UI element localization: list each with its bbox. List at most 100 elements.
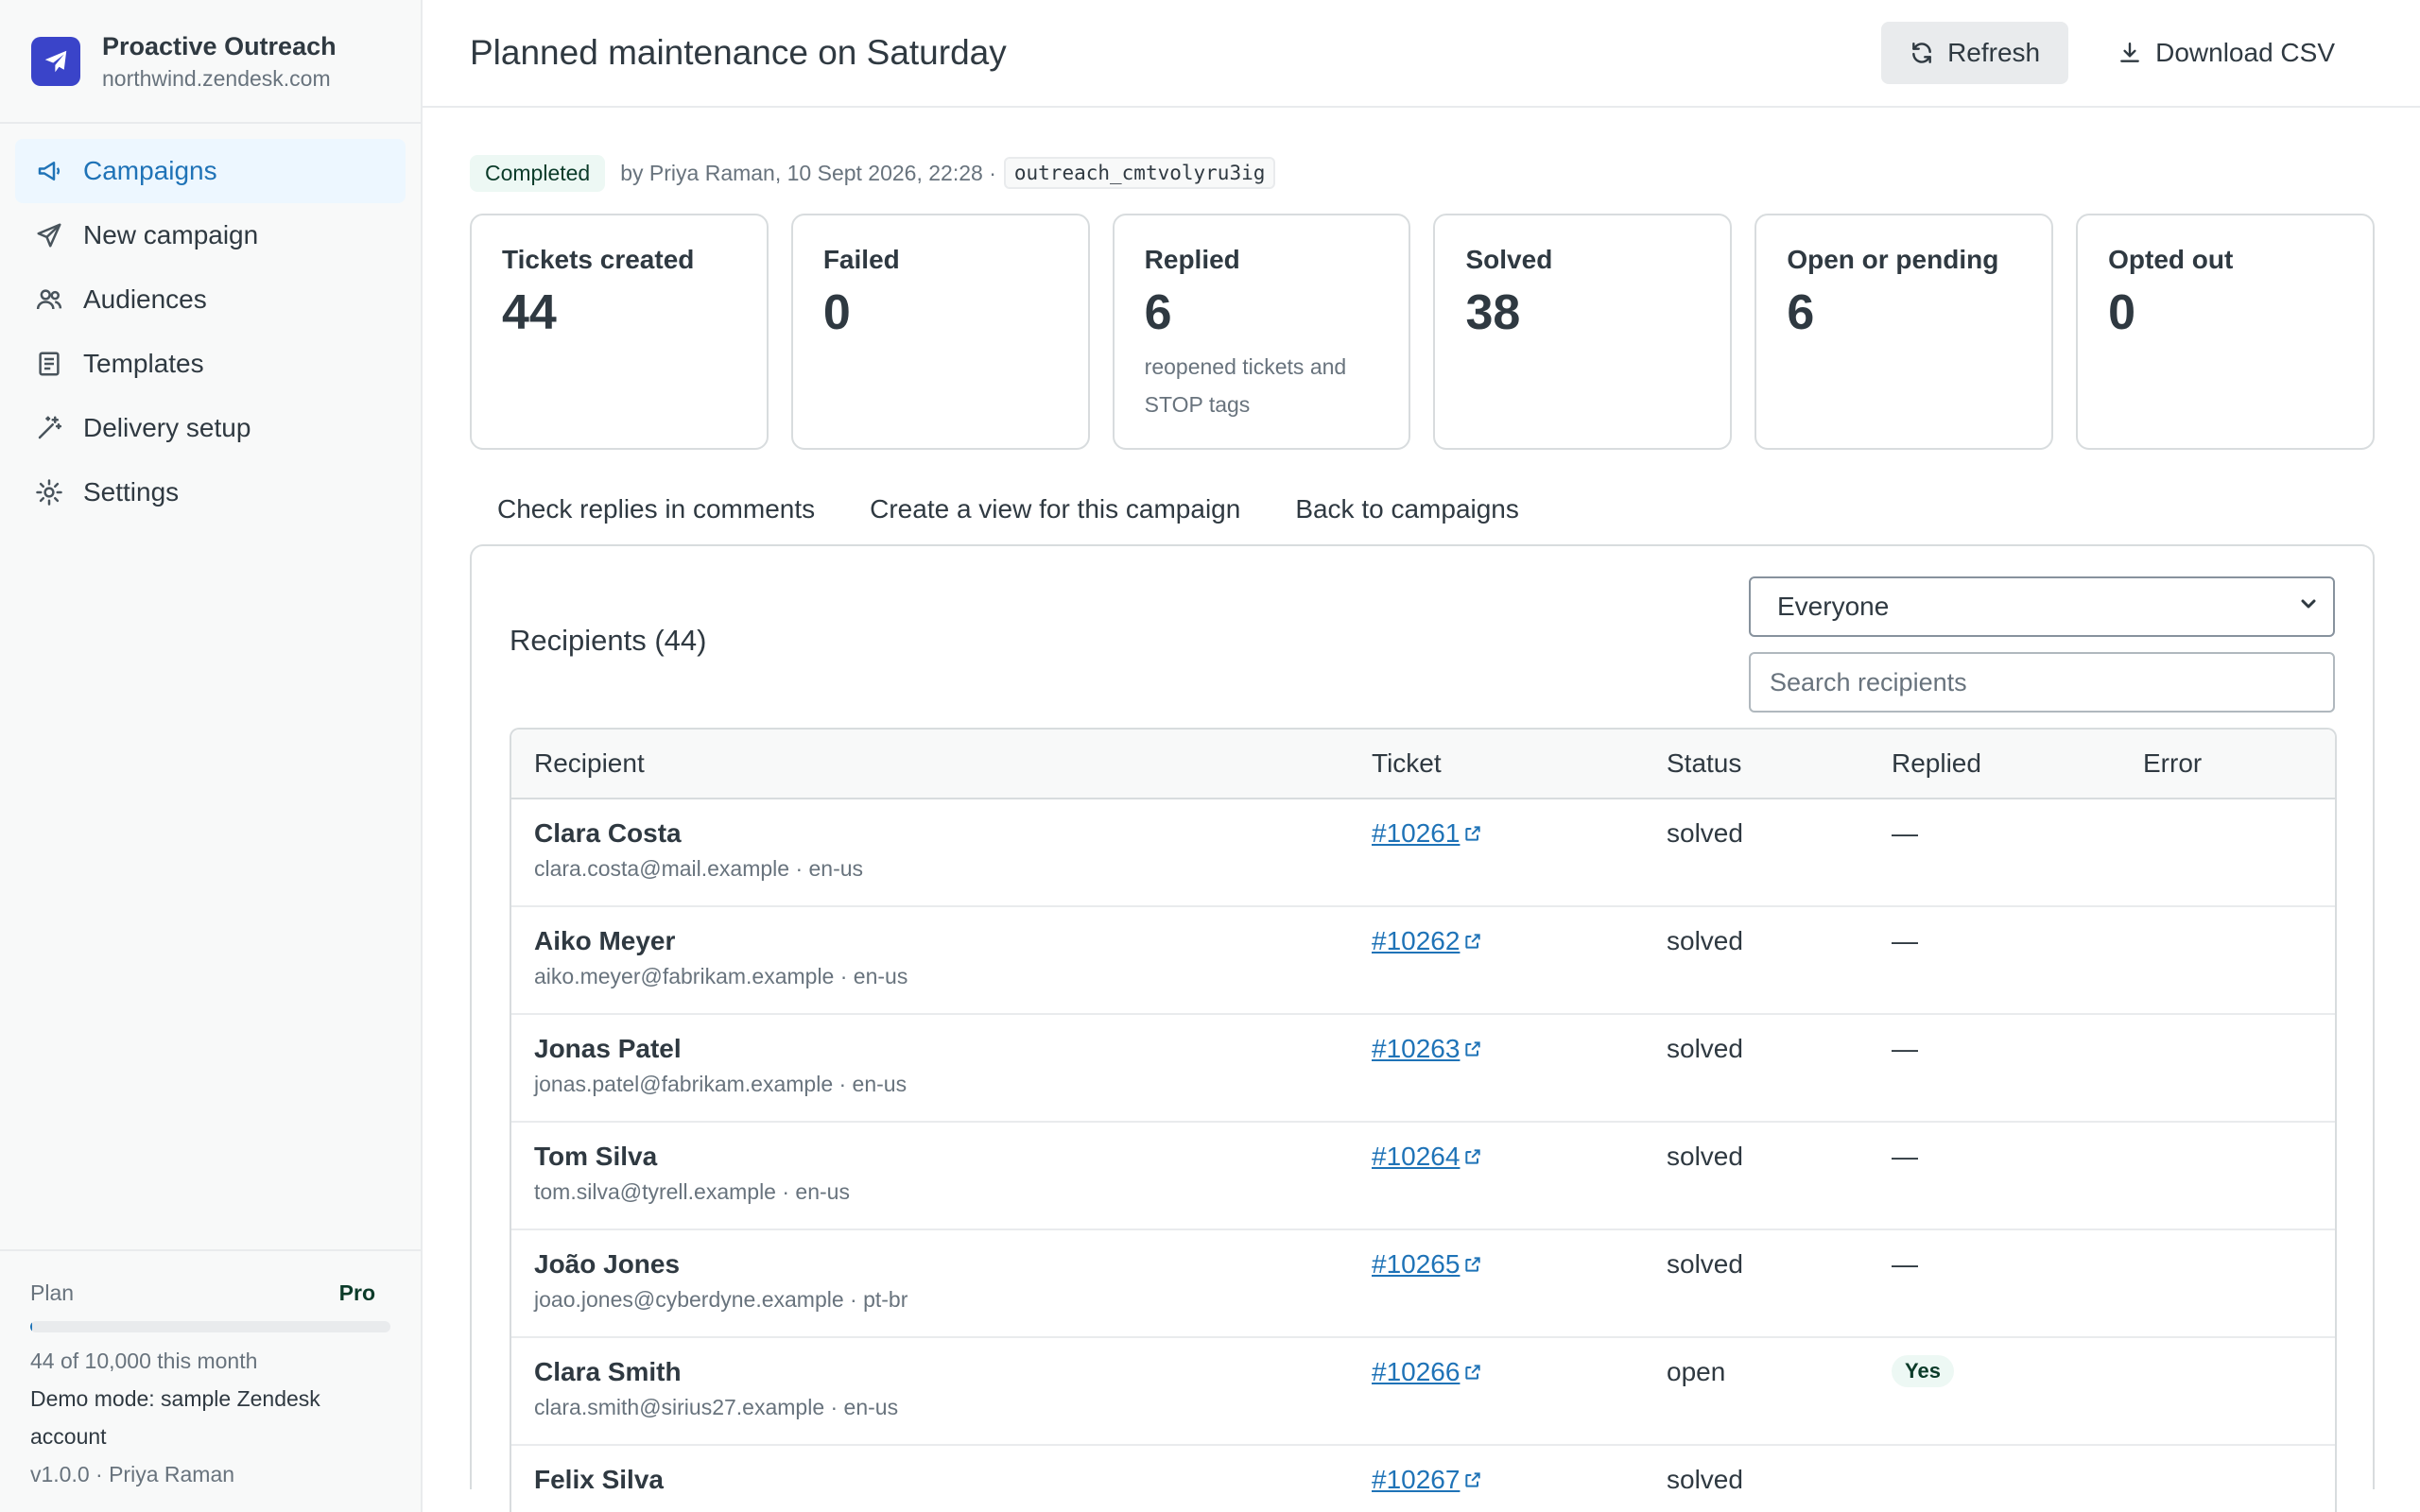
column-header-recipient[interactable]: Recipient [511,748,1372,779]
create-view-button[interactable]: Create a view for this campaign [842,494,1268,524]
stat-value: 6 [1144,285,1172,340]
recipient-details: jonas.patel@fabrikam.example · en-us [534,1072,908,1096]
replied-yes-badge: Yes [1892,1355,1954,1387]
chevron-down-icon [2297,592,2320,622]
plan-usage-bar-fill [30,1321,32,1332]
external-link-icon [1465,934,1481,949]
sidebar-item-label: Audiences [83,284,207,314]
ticket-link[interactable]: #10267 [1372,1463,1482,1497]
ticket-number: #10262 [1372,926,1461,955]
column-header-ticket[interactable]: Ticket [1372,748,1667,779]
ticket-number: #10265 [1372,1249,1461,1279]
megaphone-icon [33,155,65,187]
ticket-link[interactable]: #10262 [1372,924,1482,958]
stat-label: Tickets created [502,245,695,274]
download-icon [2118,41,2142,65]
replied-cell: — [1892,1142,1918,1171]
brand-header: Proactive Outreach northwind.zendesk.com [0,0,421,124]
recipient-name: João Jones [534,1249,681,1279]
ticket-number: #10267 [1372,1465,1461,1494]
status-badge: Completed [470,154,606,192]
stat-note: reopened tickets and STOP tags [1144,354,1347,417]
recipient-details: joao.jones@cyberdyne.example · pt-br [534,1287,908,1312]
stat-card-opted-out: Opted out 0 [2076,214,2375,450]
demo-mode-text: Demo mode: sample Zendesk account [30,1386,320,1449]
ticket-number: #10264 [1372,1142,1461,1171]
status-cell: solved [1667,1034,1743,1063]
send-icon [33,219,65,251]
stat-label: Opted out [2108,245,2234,274]
recipient-name: Tom Silva [534,1142,658,1171]
recipient-details: clara.costa@mail.example · en-us [534,856,864,881]
column-header-status[interactable]: Status [1667,748,1892,779]
stat-card-solved: Solved 38 [1433,214,1733,450]
sidebar-item-new-campaign[interactable]: New campaign [15,203,406,267]
stat-card-tickets-created: Tickets created 44 [470,214,769,450]
audience-filter-select[interactable]: Everyone [1749,576,2335,637]
refresh-button-label: Refresh [1947,38,2041,67]
sidebar-item-audiences[interactable]: Audiences [15,267,406,332]
stat-card-replied: Replied 6 reopened tickets and STOP tags [1112,214,1411,450]
sidebar-item-label: Settings [83,477,180,507]
sidebar-item-templates[interactable]: Templates [15,332,406,396]
stats-row: Tickets created 44 Failed 0 Replied 6 re… [470,214,2375,450]
table-row: Jonas Patel jonas.patel@fabrikam.example… [511,1015,2335,1123]
stat-label: Replied [1144,245,1240,274]
audience-filter-value: Everyone [1777,592,1890,621]
ticket-number: #10266 [1372,1357,1461,1386]
download-csv-button[interactable]: Download CSV [2089,22,2363,84]
ticket-link[interactable]: #10265 [1372,1247,1482,1281]
table-row: Tom Silva tom.silva@tyrell.example · en-… [511,1123,2335,1230]
recipient-details: tom.silva@tyrell.example · en-us [534,1179,850,1204]
table-row: Clara Smith clara.smith@sirius27.example… [511,1338,2335,1446]
check-replies-button[interactable]: Check replies in comments [470,494,842,524]
external-link-icon [1465,826,1481,841]
external-link-icon [1465,1257,1481,1272]
back-to-campaigns-button[interactable]: Back to campaigns [1268,494,1547,524]
app-name: Proactive Outreach [102,31,337,60]
sidebar-item-settings[interactable]: Settings [15,460,406,524]
refresh-button[interactable]: Refresh [1881,22,2069,84]
recipient-filters: Everyone [1749,576,2335,713]
status-cell: solved [1667,1249,1743,1279]
status-cell: solved [1667,926,1743,955]
external-link-icon [1465,1149,1481,1164]
recipients-panel: Recipients (44) Everyone Recipient Ticke… [470,544,2375,1512]
app-domain: northwind.zendesk.com [102,65,331,91]
recipient-details: aiko.meyer@fabrikam.example · en-us [534,964,908,988]
external-link-icon [1465,1041,1481,1057]
refresh-icon [1910,41,1934,65]
ticket-link[interactable]: #10263 [1372,1032,1482,1066]
column-header-error[interactable]: Error [2143,748,2335,779]
status-cell: solved [1667,818,1743,848]
recipients-title: Recipients (44) [510,624,707,657]
replied-cell: — [1892,1249,1918,1279]
sidebar-nav: Campaigns New campaign Audiences Templat… [0,124,421,524]
recipient-details: clara.smith@sirius27.example · en-us [534,1395,899,1419]
document-icon [33,348,65,380]
status-cell: solved [1667,1142,1743,1171]
sidebar-item-campaigns[interactable]: Campaigns [15,139,406,203]
sidebar-item-label: Delivery setup [83,413,251,442]
page-header: Planned maintenance on Saturday Refresh … [423,0,2420,108]
ticket-number: #10263 [1372,1034,1461,1063]
plan-tier-badge: Pro [338,1280,375,1305]
ticket-link[interactable]: #10266 [1372,1355,1482,1389]
stat-value: 0 [2108,285,2136,340]
plan-panel: Plan Pro 44 of 10,000 this month Demo mo… [0,1249,421,1512]
replied-cell: — [1892,818,1918,848]
sidebar-item-delivery-setup[interactable]: Delivery setup [15,396,406,460]
campaign-id: outreach_cmtvolyru3ig [1003,157,1276,189]
recipient-name: Jonas Patel [534,1034,682,1063]
search-recipients-input[interactable] [1749,652,2335,713]
ticket-link[interactable]: #10264 [1372,1140,1482,1174]
table-row: Felix Silva #10267 solved [511,1446,2335,1512]
ticket-number: #10261 [1372,818,1461,848]
plan-usage-text: 44 of 10,000 this month [30,1349,258,1373]
column-header-replied[interactable]: Replied [1892,748,2143,779]
table-row: Clara Costa clara.costa@mail.example · e… [511,799,2335,907]
main-content: Completed by Priya Raman, 10 Sept 2026, … [470,108,2375,1512]
ticket-link[interactable]: #10261 [1372,816,1482,850]
sidebar-item-label: New campaign [83,220,259,249]
gear-icon [33,476,65,508]
